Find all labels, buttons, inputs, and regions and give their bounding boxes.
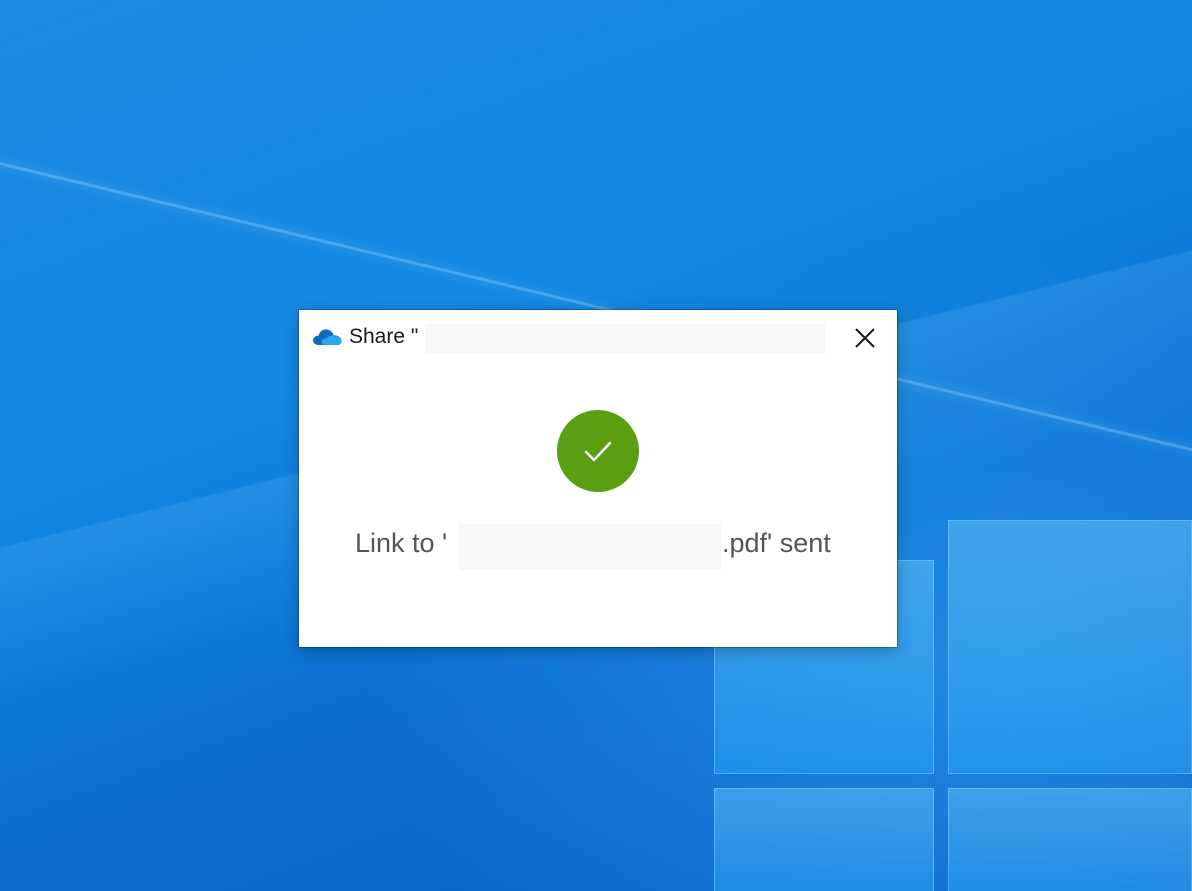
message-suffix: .pdf' sent	[722, 528, 831, 558]
close-button[interactable]	[845, 320, 885, 356]
close-icon	[855, 328, 875, 348]
checkmark-icon	[584, 441, 612, 462]
onedrive-cloud-icon	[311, 326, 343, 346]
windows-logo-pane	[714, 788, 934, 891]
share-dialog: Share " Link to ' .pdf' sent	[299, 310, 897, 647]
dialog-titlebar[interactable]: Share "	[299, 310, 897, 366]
dialog-title: Share "	[349, 325, 419, 348]
success-badge	[557, 410, 639, 492]
windows-logo-pane	[948, 788, 1192, 891]
windows-logo-pane	[948, 520, 1192, 774]
redacted-document-name	[459, 524, 721, 570]
redacted-file-name	[425, 324, 825, 354]
message-prefix: Link to '	[355, 528, 448, 558]
